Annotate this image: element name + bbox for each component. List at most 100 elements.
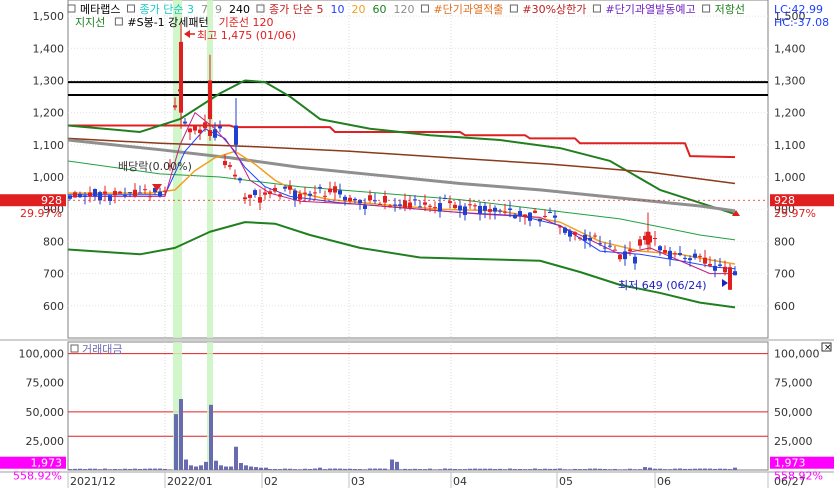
candle-body	[388, 205, 392, 207]
volume-y-tick-right: 100,000	[774, 348, 820, 361]
volume-bar	[443, 468, 447, 470]
volume-bar	[244, 465, 248, 470]
legend-item: 20	[351, 3, 365, 16]
volume-bar	[214, 460, 218, 470]
volume-bar	[328, 468, 332, 470]
y-tick-label-left: 700	[43, 268, 64, 281]
candle-body	[83, 195, 87, 197]
candle-body	[103, 191, 107, 194]
volume-bar	[194, 466, 198, 470]
high-annotation: 최고 1,475 (01/06)	[197, 29, 296, 42]
volume-bar	[333, 468, 337, 470]
volume-bar	[283, 468, 287, 470]
x-tick-label: 04	[453, 475, 467, 488]
volume-bar	[713, 468, 717, 470]
volume-tag-left-pct: 558.92%	[13, 470, 62, 483]
chart-canvas[interactable]: 1,500 1,5001,400 1,4001,300 1,3001,200 1,200…	[0, 0, 834, 490]
candle-body	[443, 197, 447, 199]
legend-row-1: 메타랩스 종가 단순 3 7 9 240 종가 단순 5 10 20 60 120 #단기과열적출 #…	[67, 3, 745, 16]
candle-body	[233, 174, 237, 177]
candle-body	[303, 192, 307, 194]
volume-bar	[533, 468, 537, 470]
candle-body	[588, 238, 592, 241]
volume-bar	[103, 468, 107, 470]
volume-bar	[123, 468, 127, 470]
candle-body	[453, 204, 457, 209]
candle-body	[698, 255, 702, 257]
candle-body	[423, 202, 427, 205]
candle-body	[123, 195, 127, 197]
volume-bar	[83, 469, 87, 470]
volume-bar	[184, 459, 188, 470]
candle-body	[78, 193, 82, 198]
volume-bar	[703, 468, 707, 470]
candle-body	[198, 129, 202, 133]
candle-body	[608, 245, 612, 247]
volume-bar	[723, 468, 727, 470]
candle-body	[523, 214, 527, 218]
volume-bar	[618, 469, 622, 470]
volume-bar	[693, 468, 697, 470]
volume-bar	[278, 469, 282, 470]
volume-bar	[378, 468, 382, 470]
candle-body	[498, 210, 502, 212]
volume-bar	[428, 468, 432, 470]
dividend-annotation: 배당락(0.00%)	[118, 160, 192, 173]
volume-bar	[628, 468, 632, 470]
volume-bar	[478, 468, 482, 470]
volume-bar	[158, 468, 162, 470]
candle-body	[268, 191, 272, 195]
candle-body	[633, 256, 637, 264]
volume-bar	[598, 468, 602, 470]
volume-tag-left-value: 1,973	[31, 457, 63, 470]
volume-bar	[508, 468, 512, 470]
volume-bar	[413, 468, 417, 470]
volume-bar	[498, 468, 502, 470]
candle-body	[298, 193, 302, 200]
candle-body	[93, 189, 97, 197]
volume-bar	[73, 468, 77, 470]
candle-body	[378, 203, 382, 205]
candle-body	[138, 192, 142, 194]
legend-item: 메타랩스	[80, 3, 120, 16]
candle-body	[468, 204, 472, 206]
y-tick-label-right: 1,100	[774, 139, 806, 152]
volume-bar	[293, 469, 297, 470]
volume-bar	[395, 461, 399, 470]
candle-body	[548, 211, 552, 213]
volume-bar	[383, 468, 387, 470]
volume-bar	[453, 468, 457, 470]
volume-bar	[224, 466, 228, 470]
candle-body	[533, 210, 537, 213]
volume-bar	[229, 466, 233, 470]
volume-y-tick-left: 50,000	[26, 406, 65, 419]
y-tick-label-right: 600	[774, 300, 795, 313]
volume-bar	[718, 468, 722, 470]
volume-bar	[143, 468, 147, 470]
volume-bar	[179, 399, 183, 470]
candle-body	[503, 211, 507, 213]
volume-bar	[353, 469, 357, 470]
candle-body	[528, 212, 532, 221]
candle-body	[183, 121, 187, 124]
candle-body	[593, 235, 597, 237]
candle-body	[283, 186, 287, 189]
candle-body	[458, 205, 462, 211]
volume-bar	[88, 468, 92, 470]
legend-row-2: 지지선 #S봉-1 강세패턴 기준선 120	[75, 16, 274, 29]
volume-bar	[708, 468, 712, 470]
x-tick-label: 02	[264, 475, 278, 488]
candle-body	[193, 125, 197, 131]
candle-body	[708, 264, 712, 266]
y-tick-label-right: 1,000	[774, 171, 806, 184]
volume-bar	[638, 469, 642, 470]
volume-bar	[390, 459, 394, 470]
close-icon: ×	[824, 343, 832, 353]
candle-body	[383, 195, 387, 203]
volume-bar	[613, 468, 617, 470]
volume-bar	[153, 468, 157, 470]
candle-body	[273, 187, 277, 192]
volume-bar	[133, 468, 137, 470]
volume-bar	[358, 469, 362, 470]
x-tick-label: 06	[657, 475, 671, 488]
